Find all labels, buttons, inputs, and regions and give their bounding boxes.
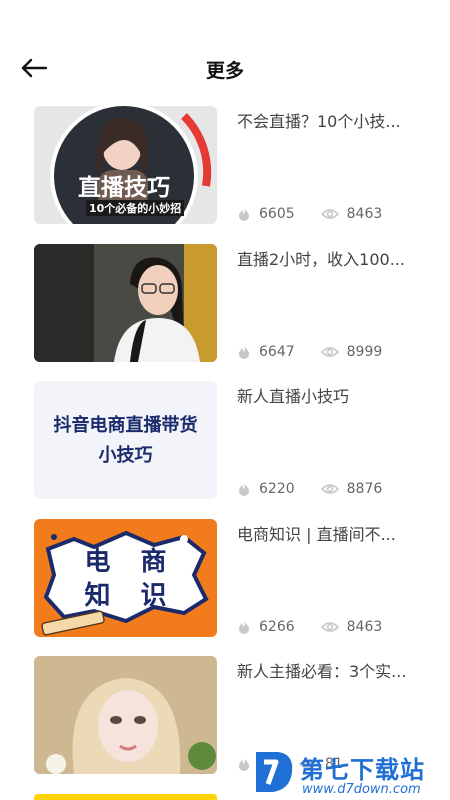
likes-stat: 6220 (237, 481, 295, 497)
thumbnail-art (34, 243, 217, 362)
thumbnail-image (34, 243, 217, 362)
likes-count: 6266 (259, 618, 295, 635)
flame-icon (239, 207, 249, 221)
eye-icon (320, 621, 339, 632)
likes-count: 6220 (259, 481, 295, 497)
views-stat: 8463 (320, 206, 383, 222)
views-count: 8999 (346, 343, 383, 360)
thumbnail-subcaption: 小技巧 (98, 445, 153, 466)
item-stats: 6647 8999 (237, 344, 382, 360)
thumbnail-image: 电商 知识 (34, 518, 217, 637)
thumbnail-caption: 电商 (84, 546, 197, 577)
likes-count: 6605 (259, 206, 295, 222)
eye-icon (320, 484, 339, 494)
watermark-name: 第七下载站 (300, 756, 425, 784)
thumbnail-image (34, 656, 217, 774)
thumbnail-image: 直播技巧 10个必备的小妙招 (34, 106, 217, 224)
watermark-url: www.d7down.com (302, 782, 421, 797)
watermark: 第七下载站 www.d7down.com (252, 748, 450, 800)
header: 更多 (0, 0, 450, 100)
next-item-thumbnail-edge (34, 794, 217, 800)
item-title: 电商知识 | 直播间不... (237, 524, 396, 544)
flame-icon (239, 482, 249, 496)
thumbnail-image: 抖音电商直播带货 小技巧 (34, 381, 217, 499)
views-stat: 8463 (320, 618, 383, 635)
views-stat: 8876 (320, 481, 383, 497)
item-title: 不会直播？10个小技... (237, 112, 401, 131)
list-item[interactable]: 直播技巧 10个必备的小妙招 不会直播？10个小技... 6605 8463 (0, 106, 450, 244)
views-count: 8876 (346, 481, 383, 497)
likes-stat: 6647 (237, 344, 295, 360)
thumbnail-art (34, 656, 217, 774)
flame-icon (239, 344, 249, 359)
views-count: 8463 (346, 206, 383, 222)
likes-count: 6647 (259, 343, 295, 360)
thumbnail-subcaption: 知识 (84, 580, 197, 611)
thumbnail-caption: 直播技巧 (78, 175, 170, 201)
item-stats: 6220 8876 (237, 481, 382, 497)
likes-stat: 6266 (237, 619, 295, 635)
article-list: 直播技巧 10个必备的小妙招 不会直播？10个小技... 6605 8463 直… (0, 106, 450, 794)
views-stat: 8999 (320, 343, 383, 360)
item-title: 新人直播小技巧 (237, 387, 350, 406)
list-item[interactable]: 抖音电商直播带货 小技巧 新人直播小技巧 6220 8876 (0, 381, 450, 519)
page-title: 更多 (205, 60, 244, 82)
item-title: 新人主播必看：3个实... (237, 662, 407, 681)
eye-icon (320, 209, 339, 219)
item-stats: 6605 8463 (237, 206, 382, 222)
flame-icon (239, 619, 249, 634)
likes-stat: 6605 (237, 206, 295, 222)
thumbnail-caption: 抖音电商直播带货 (53, 415, 198, 436)
list-item[interactable]: 电商 知识 电商知识 | 直播间不... 6266 8463 (0, 518, 450, 657)
thumbnail-subcaption: 10个必备的小妙招 (86, 200, 185, 216)
list-item[interactable]: 直播2小时，收入100... 6647 8999 (0, 243, 450, 382)
eye-icon (320, 346, 339, 357)
views-count: 8463 (346, 618, 383, 635)
item-title: 直播2小时，收入100... (237, 249, 405, 269)
d7down-logo-icon (256, 752, 293, 792)
item-stats: 6266 8463 (237, 619, 382, 635)
flame-icon (239, 757, 249, 771)
